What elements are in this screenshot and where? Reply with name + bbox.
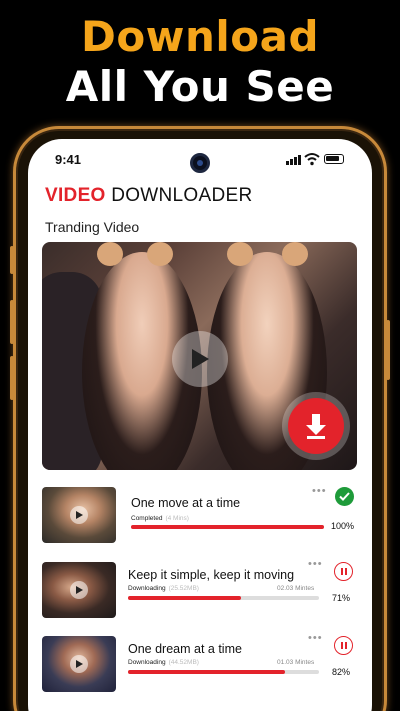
check-icon — [335, 487, 354, 506]
item-percent: 71% — [332, 593, 351, 603]
app-title-brand: VIDEO — [45, 185, 106, 206]
phone-power-button — [386, 320, 390, 380]
more-options-icon[interactable]: ••• — [312, 485, 327, 497]
item-size: (25.52MB) — [168, 585, 199, 592]
progress-fill — [128, 596, 241, 600]
play-icon — [192, 349, 209, 369]
play-button[interactable] — [172, 331, 228, 387]
phone-side-button — [10, 356, 14, 400]
item-title: One dream at a time — [128, 642, 242, 656]
item-status: Completed (4 Mins) — [131, 515, 189, 522]
play-icon — [70, 506, 88, 524]
item-percent: 82% — [332, 667, 351, 677]
play-icon — [70, 655, 88, 673]
progress-bar — [131, 525, 324, 529]
item-title: Keep it simple, keep it moving — [128, 568, 295, 582]
trending-video-card[interactable] — [42, 242, 357, 470]
download-item[interactable]: Keep it simple, keep it moving Downloadi… — [42, 558, 360, 626]
promo-headline-line1: Download — [80, 12, 320, 61]
signal-icon — [286, 155, 302, 165]
item-title: One move at a time — [131, 496, 241, 510]
item-time-remaining: 02.03 Mintes — [277, 585, 315, 592]
app-title: VIDEO DOWNLOADER — [45, 185, 253, 207]
more-options-icon[interactable]: ••• — [308, 632, 323, 644]
item-status: Downloading (25.52MB) — [128, 585, 199, 592]
progress-bar — [128, 596, 319, 600]
progress-fill — [131, 525, 324, 529]
item-size: (4 Mins) — [165, 515, 189, 522]
video-thumbnail[interactable] — [42, 487, 116, 543]
item-percent: 100% — [331, 521, 355, 531]
phone-side-button — [10, 300, 14, 344]
download-arrow-icon — [306, 414, 326, 439]
progress-bar — [128, 670, 319, 674]
status-bar: 9:41 — [28, 139, 372, 179]
wifi-icon — [304, 153, 320, 166]
download-item[interactable]: One dream at a time Downloading (44.52MB)… — [42, 632, 360, 700]
item-status: Downloading (44.52MB) — [128, 659, 199, 666]
pause-icon[interactable] — [334, 562, 353, 581]
status-time: 9:41 — [55, 152, 82, 167]
more-options-icon[interactable]: ••• — [308, 558, 323, 570]
video-thumbnail[interactable] — [42, 562, 116, 618]
item-status-label: Completed — [131, 515, 163, 522]
front-camera — [190, 153, 210, 173]
download-button[interactable] — [288, 398, 344, 454]
item-status-label: Downloading — [128, 659, 166, 666]
battery-icon — [324, 154, 344, 164]
video-thumbnail[interactable] — [42, 636, 116, 692]
phone-side-button — [10, 246, 14, 274]
play-icon — [70, 581, 88, 599]
phone-screen: 9:41 VIDEO DOWNLOADER Tranding Video One… — [28, 139, 372, 711]
pause-icon[interactable] — [334, 636, 353, 655]
download-item[interactable]: One move at a time Completed (4 Mins) •••… — [42, 485, 360, 551]
promo-headline-line2: All You See — [65, 62, 335, 111]
item-size: (44.52MB) — [168, 659, 199, 666]
item-status-label: Downloading — [128, 585, 166, 592]
app-title-rest: DOWNLOADER — [105, 185, 253, 206]
section-title: Tranding Video — [45, 219, 140, 235]
progress-fill — [128, 670, 285, 674]
item-time-remaining: 01.03 Mintes — [277, 659, 315, 666]
